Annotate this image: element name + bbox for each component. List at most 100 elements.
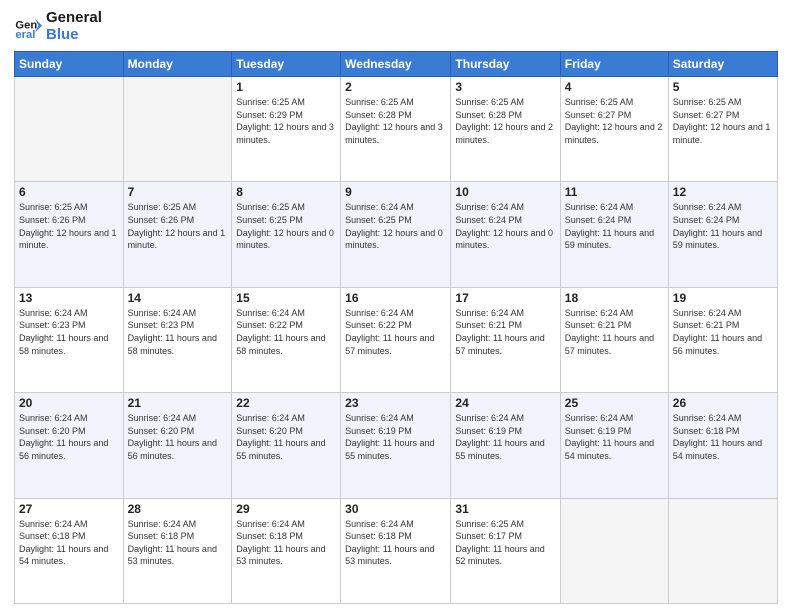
day-info: Sunrise: 6:25 AMSunset: 6:27 PMDaylight:… bbox=[673, 96, 773, 146]
calendar-cell bbox=[123, 77, 232, 182]
calendar-cell: 19 Sunrise: 6:24 AMSunset: 6:21 PMDayligh… bbox=[668, 287, 777, 392]
day-header-sunday: Sunday bbox=[15, 52, 124, 77]
day-info: Sunrise: 6:25 AMSunset: 6:25 PMDaylight:… bbox=[236, 201, 336, 251]
calendar-cell: 2 Sunrise: 6:25 AMSunset: 6:28 PMDaylight… bbox=[341, 77, 451, 182]
day-number: 7 bbox=[128, 185, 228, 199]
day-number: 31 bbox=[455, 502, 555, 516]
day-info: Sunrise: 6:24 AMSunset: 6:23 PMDaylight:… bbox=[19, 307, 119, 357]
day-info: Sunrise: 6:24 AMSunset: 6:23 PMDaylight:… bbox=[128, 307, 228, 357]
day-number: 29 bbox=[236, 502, 336, 516]
day-header-saturday: Saturday bbox=[668, 52, 777, 77]
day-number: 5 bbox=[673, 80, 773, 94]
day-info: Sunrise: 6:24 AMSunset: 6:18 PMDaylight:… bbox=[19, 518, 119, 568]
day-info: Sunrise: 6:24 AMSunset: 6:19 PMDaylight:… bbox=[455, 412, 555, 462]
day-number: 24 bbox=[455, 396, 555, 410]
calendar-cell bbox=[560, 498, 668, 603]
calendar-cell: 26 Sunrise: 6:24 AMSunset: 6:18 PMDayligh… bbox=[668, 393, 777, 498]
day-number: 9 bbox=[345, 185, 446, 199]
day-number: 21 bbox=[128, 396, 228, 410]
day-number: 23 bbox=[345, 396, 446, 410]
calendar-cell: 29 Sunrise: 6:24 AMSunset: 6:18 PMDayligh… bbox=[232, 498, 341, 603]
day-number: 20 bbox=[19, 396, 119, 410]
day-info: Sunrise: 6:24 AMSunset: 6:24 PMDaylight:… bbox=[673, 201, 773, 251]
day-info: Sunrise: 6:24 AMSunset: 6:20 PMDaylight:… bbox=[236, 412, 336, 462]
calendar-cell: 21 Sunrise: 6:24 AMSunset: 6:20 PMDayligh… bbox=[123, 393, 232, 498]
day-info: Sunrise: 6:25 AMSunset: 6:28 PMDaylight:… bbox=[455, 96, 555, 146]
day-number: 15 bbox=[236, 291, 336, 305]
calendar-cell: 12 Sunrise: 6:24 AMSunset: 6:24 PMDayligh… bbox=[668, 182, 777, 287]
day-number: 16 bbox=[345, 291, 446, 305]
calendar-cell: 22 Sunrise: 6:24 AMSunset: 6:20 PMDayligh… bbox=[232, 393, 341, 498]
calendar-cell: 10Sunrise: 6:24 AMSunset: 6:24 PMDayligh… bbox=[451, 182, 560, 287]
day-info: Sunrise: 6:25 AMSunset: 6:17 PMDaylight:… bbox=[455, 518, 555, 568]
day-info: Sunrise: 6:24 AMSunset: 6:18 PMDaylight:… bbox=[345, 518, 446, 568]
logo-blue: Blue bbox=[46, 27, 102, 44]
calendar-table: SundayMondayTuesdayWednesdayThursdayFrid… bbox=[14, 51, 778, 604]
day-number: 2 bbox=[345, 80, 446, 94]
day-info: Sunrise: 6:24 AMSunset: 6:21 PMDaylight:… bbox=[565, 307, 664, 357]
day-info: Sunrise: 6:24 AMSunset: 6:18 PMDaylight:… bbox=[236, 518, 336, 568]
day-number: 27 bbox=[19, 502, 119, 516]
day-info: Sunrise: 6:24 AMSunset: 6:18 PMDaylight:… bbox=[673, 412, 773, 462]
day-number: 12 bbox=[673, 185, 773, 199]
calendar-cell: 15 Sunrise: 6:24 AMSunset: 6:22 PMDayligh… bbox=[232, 287, 341, 392]
calendar-header-row: SundayMondayTuesdayWednesdayThursdayFrid… bbox=[15, 52, 778, 77]
calendar-cell: 23Sunrise: 6:24 AMSunset: 6:19 PMDayligh… bbox=[341, 393, 451, 498]
day-header-tuesday: Tuesday bbox=[232, 52, 341, 77]
day-header-friday: Friday bbox=[560, 52, 668, 77]
day-number: 10 bbox=[455, 185, 555, 199]
calendar-cell: 17 Sunrise: 6:24 AMSunset: 6:21 PMDayligh… bbox=[451, 287, 560, 392]
calendar-cell: 16 Sunrise: 6:24 AMSunset: 6:22 PMDayligh… bbox=[341, 287, 451, 392]
day-info: Sunrise: 6:24 AMSunset: 6:22 PMDaylight:… bbox=[345, 307, 446, 357]
calendar-week-row: 27 Sunrise: 6:24 AMSunset: 6:18 PMDayligh… bbox=[15, 498, 778, 603]
day-number: 26 bbox=[673, 396, 773, 410]
day-number: 1 bbox=[236, 80, 336, 94]
day-info: Sunrise: 6:24 AMSunset: 6:20 PMDaylight:… bbox=[128, 412, 228, 462]
calendar-week-row: 20 Sunrise: 6:24 AMSunset: 6:20 PMDayligh… bbox=[15, 393, 778, 498]
calendar-cell: 8 Sunrise: 6:25 AMSunset: 6:25 PMDaylight… bbox=[232, 182, 341, 287]
calendar-cell: 27 Sunrise: 6:24 AMSunset: 6:18 PMDayligh… bbox=[15, 498, 124, 603]
calendar-cell: 5 Sunrise: 6:25 AMSunset: 6:27 PMDaylight… bbox=[668, 77, 777, 182]
day-number: 22 bbox=[236, 396, 336, 410]
day-number: 8 bbox=[236, 185, 336, 199]
calendar-cell: 4Sunrise: 6:25 AMSunset: 6:27 PMDaylight… bbox=[560, 77, 668, 182]
day-header-wednesday: Wednesday bbox=[341, 52, 451, 77]
logo: Gen eral General Blue bbox=[14, 10, 102, 43]
day-number: 28 bbox=[128, 502, 228, 516]
page-header: Gen eral General Blue bbox=[14, 10, 778, 43]
day-number: 30 bbox=[345, 502, 446, 516]
day-header-monday: Monday bbox=[123, 52, 232, 77]
day-info: Sunrise: 6:24 AMSunset: 6:25 PMDaylight:… bbox=[345, 201, 446, 251]
day-info: Sunrise: 6:24 AMSunset: 6:21 PMDaylight:… bbox=[673, 307, 773, 357]
logo-text: General bbox=[46, 10, 102, 27]
day-number: 18 bbox=[565, 291, 664, 305]
calendar-cell: 18 Sunrise: 6:24 AMSunset: 6:21 PMDayligh… bbox=[560, 287, 668, 392]
day-info: Sunrise: 6:24 AMSunset: 6:20 PMDaylight:… bbox=[19, 412, 119, 462]
day-number: 3 bbox=[455, 80, 555, 94]
calendar-cell: 7Sunrise: 6:25 AMSunset: 6:26 PMDaylight… bbox=[123, 182, 232, 287]
day-info: Sunrise: 6:25 AMSunset: 6:27 PMDaylight:… bbox=[565, 96, 664, 146]
day-header-thursday: Thursday bbox=[451, 52, 560, 77]
calendar-cell: 9 Sunrise: 6:24 AMSunset: 6:25 PMDaylight… bbox=[341, 182, 451, 287]
calendar-week-row: 6Sunrise: 6:25 AMSunset: 6:26 PMDaylight… bbox=[15, 182, 778, 287]
calendar-cell: 20 Sunrise: 6:24 AMSunset: 6:20 PMDayligh… bbox=[15, 393, 124, 498]
day-info: Sunrise: 6:24 AMSunset: 6:22 PMDaylight:… bbox=[236, 307, 336, 357]
calendar-cell: 3 Sunrise: 6:25 AMSunset: 6:28 PMDaylight… bbox=[451, 77, 560, 182]
day-number: 25 bbox=[565, 396, 664, 410]
calendar-cell bbox=[15, 77, 124, 182]
calendar-week-row: 1 Sunrise: 6:25 AMSunset: 6:29 PMDaylight… bbox=[15, 77, 778, 182]
day-info: Sunrise: 6:24 AMSunset: 6:21 PMDaylight:… bbox=[455, 307, 555, 357]
logo-icon: Gen eral bbox=[14, 13, 42, 41]
day-info: Sunrise: 6:24 AMSunset: 6:18 PMDaylight:… bbox=[128, 518, 228, 568]
day-number: 6 bbox=[19, 185, 119, 199]
day-number: 19 bbox=[673, 291, 773, 305]
day-number: 13 bbox=[19, 291, 119, 305]
day-info: Sunrise: 6:24 AMSunset: 6:19 PMDaylight:… bbox=[565, 412, 664, 462]
day-number: 17 bbox=[455, 291, 555, 305]
day-info: Sunrise: 6:25 AMSunset: 6:29 PMDaylight:… bbox=[236, 96, 336, 146]
calendar-cell: 25 Sunrise: 6:24 AMSunset: 6:19 PMDayligh… bbox=[560, 393, 668, 498]
calendar-cell: 6Sunrise: 6:25 AMSunset: 6:26 PMDaylight… bbox=[15, 182, 124, 287]
day-number: 14 bbox=[128, 291, 228, 305]
day-info: Sunrise: 6:25 AMSunset: 6:28 PMDaylight:… bbox=[345, 96, 446, 146]
calendar-cell: 1 Sunrise: 6:25 AMSunset: 6:29 PMDaylight… bbox=[232, 77, 341, 182]
